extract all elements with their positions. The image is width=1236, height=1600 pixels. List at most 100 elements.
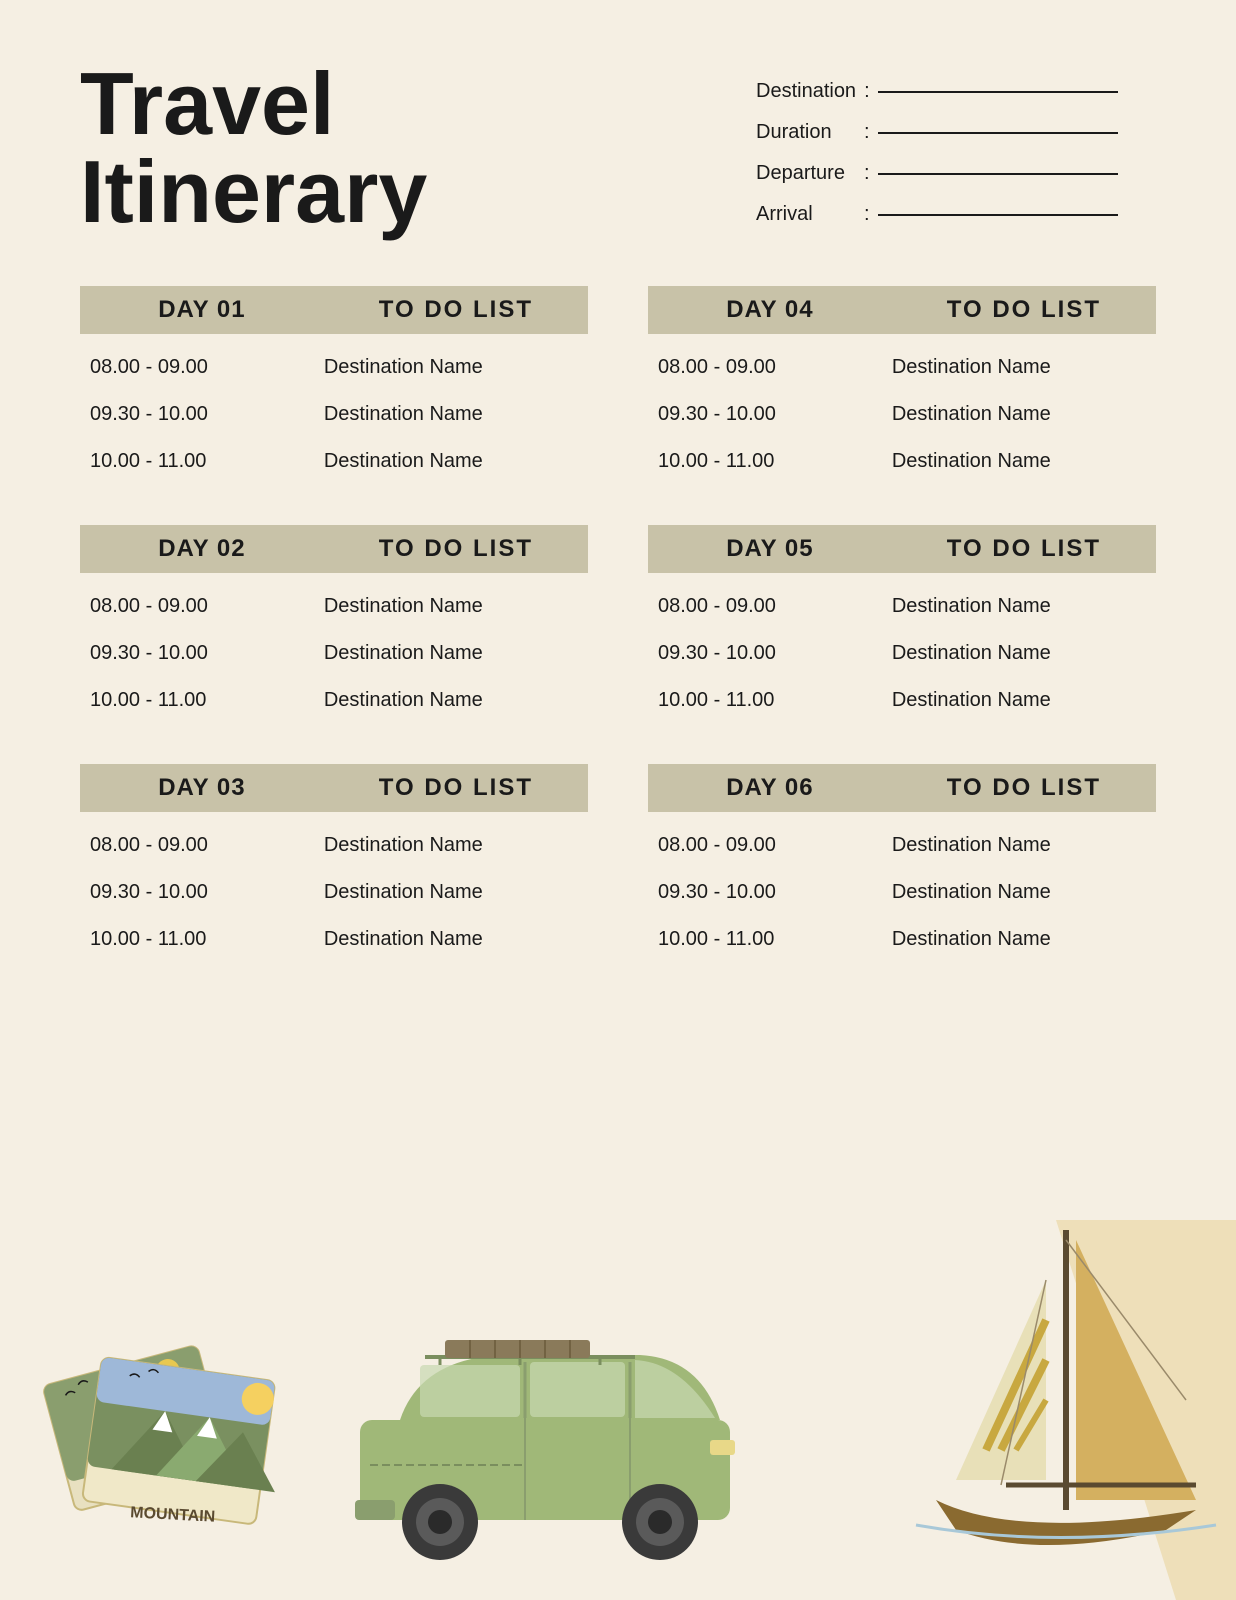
destination-name: Destination Name bbox=[892, 881, 1156, 904]
day-04-label: DAY 04 bbox=[648, 296, 892, 324]
day-01-header: DAY 01 TO DO LIST bbox=[80, 286, 588, 334]
day-03-todo: TO DO LIST bbox=[324, 774, 588, 802]
day-01-todo: TO DO LIST bbox=[324, 296, 588, 324]
days-grid: DAY 01 TO DO LIST 08.00 - 09.00 Destinat… bbox=[80, 286, 1156, 963]
destination-name: Destination Name bbox=[324, 595, 588, 618]
table-row: 08.00 - 09.00 Destination Name bbox=[80, 583, 588, 630]
destination-name: Destination Name bbox=[324, 450, 588, 473]
day-06-header: DAY 06 TO DO LIST bbox=[648, 764, 1156, 812]
day-05-header: DAY 05 TO DO LIST bbox=[648, 525, 1156, 573]
day-02-todo: TO DO LIST bbox=[324, 535, 588, 563]
svg-text:MOUNTAIN: MOUNTAIN bbox=[130, 1504, 216, 1525]
day-04-todo: TO DO LIST bbox=[892, 296, 1156, 324]
bottom-illustration: MOUNTAIN bbox=[0, 1220, 1236, 1600]
time-slot: 10.00 - 11.00 bbox=[80, 689, 324, 712]
duration-row: Duration : bbox=[756, 121, 1156, 144]
table-row: 08.00 - 09.00 Destination Name bbox=[648, 583, 1156, 630]
time-slot: 08.00 - 09.00 bbox=[648, 834, 892, 857]
day-01-section: DAY 01 TO DO LIST 08.00 - 09.00 Destinat… bbox=[80, 286, 588, 485]
departure-label: Departure bbox=[756, 162, 856, 185]
destination-label: Destination bbox=[756, 80, 856, 103]
time-slot: 09.30 - 10.00 bbox=[80, 403, 324, 426]
time-slot: 09.30 - 10.00 bbox=[80, 881, 324, 904]
day-02-header: DAY 02 TO DO LIST bbox=[80, 525, 588, 573]
table-row: 08.00 - 09.00 Destination Name bbox=[80, 822, 588, 869]
table-row: 10.00 - 11.00 Destination Name bbox=[80, 438, 588, 485]
time-slot: 09.30 - 10.00 bbox=[648, 642, 892, 665]
destination-name: Destination Name bbox=[892, 403, 1156, 426]
day-05-todo: TO DO LIST bbox=[892, 535, 1156, 563]
destination-name: Destination Name bbox=[892, 834, 1156, 857]
day-04-header: DAY 04 TO DO LIST bbox=[648, 286, 1156, 334]
table-row: 09.30 - 10.00 Destination Name bbox=[648, 391, 1156, 438]
time-slot: 09.30 - 10.00 bbox=[648, 881, 892, 904]
car-illustration bbox=[340, 1300, 760, 1580]
title: Travel Itinerary bbox=[80, 60, 427, 236]
day-02-label: DAY 02 bbox=[80, 535, 324, 563]
arrival-colon: : bbox=[864, 203, 870, 226]
day-02-section: DAY 02 TO DO LIST 08.00 - 09.00 Destinat… bbox=[80, 525, 588, 724]
time-slot: 08.00 - 09.00 bbox=[80, 595, 324, 618]
table-row: 10.00 - 11.00 Destination Name bbox=[648, 438, 1156, 485]
day-05-label: DAY 05 bbox=[648, 535, 892, 563]
table-row: 10.00 - 11.00 Destination Name bbox=[80, 916, 588, 963]
boat-illustration bbox=[856, 1220, 1236, 1600]
time-slot: 09.30 - 10.00 bbox=[648, 403, 892, 426]
departure-line bbox=[878, 173, 1118, 175]
arrival-label: Arrival bbox=[756, 203, 856, 226]
time-slot: 10.00 - 11.00 bbox=[80, 928, 324, 951]
table-row: 09.30 - 10.00 Destination Name bbox=[648, 630, 1156, 677]
time-slot: 08.00 - 09.00 bbox=[80, 356, 324, 379]
destination-name: Destination Name bbox=[892, 450, 1156, 473]
departure-row: Departure : bbox=[756, 162, 1156, 185]
day-06-section: DAY 06 TO DO LIST 08.00 - 09.00 Destinat… bbox=[648, 764, 1156, 963]
arrival-line bbox=[878, 214, 1118, 216]
table-row: 10.00 - 11.00 Destination Name bbox=[648, 677, 1156, 724]
table-row: 09.30 - 10.00 Destination Name bbox=[80, 391, 588, 438]
info-block: Destination : Duration : Departure : Arr… bbox=[756, 60, 1156, 226]
day-03-header: DAY 03 TO DO LIST bbox=[80, 764, 588, 812]
header: Travel Itinerary Destination : Duration … bbox=[80, 60, 1156, 236]
destination-row: Destination : bbox=[756, 80, 1156, 103]
time-slot: 08.00 - 09.00 bbox=[648, 595, 892, 618]
destination-name: Destination Name bbox=[324, 834, 588, 857]
time-slot: 10.00 - 11.00 bbox=[80, 450, 324, 473]
car-svg bbox=[340, 1300, 760, 1560]
table-row: 10.00 - 11.00 Destination Name bbox=[80, 677, 588, 724]
destination-name: Destination Name bbox=[324, 881, 588, 904]
arrival-row: Arrival : bbox=[756, 203, 1156, 226]
destination-name: Destination Name bbox=[324, 356, 588, 379]
duration-colon: : bbox=[864, 121, 870, 144]
table-row: 10.00 - 11.00 Destination Name bbox=[648, 916, 1156, 963]
table-row: 08.00 - 09.00 Destination Name bbox=[648, 822, 1156, 869]
time-slot: 10.00 - 11.00 bbox=[648, 450, 892, 473]
day-03-section: DAY 03 TO DO LIST 08.00 - 09.00 Destinat… bbox=[80, 764, 588, 963]
destination-name: Destination Name bbox=[324, 403, 588, 426]
time-slot: 09.30 - 10.00 bbox=[80, 642, 324, 665]
table-row: 08.00 - 09.00 Destination Name bbox=[648, 344, 1156, 391]
time-slot: 08.00 - 09.00 bbox=[80, 834, 324, 857]
duration-label: Duration bbox=[756, 121, 856, 144]
title-block: Travel Itinerary bbox=[80, 60, 427, 236]
table-row: 09.30 - 10.00 Destination Name bbox=[648, 869, 1156, 916]
day-03-label: DAY 03 bbox=[80, 774, 324, 802]
day-01-label: DAY 01 bbox=[80, 296, 324, 324]
destination-line bbox=[878, 91, 1118, 93]
table-row: 09.30 - 10.00 Destination Name bbox=[80, 869, 588, 916]
destination-name: Destination Name bbox=[324, 642, 588, 665]
destination-name: Destination Name bbox=[892, 356, 1156, 379]
photo-cards-illustration: MOUNTAIN bbox=[30, 1240, 350, 1600]
day-06-label: DAY 06 bbox=[648, 774, 892, 802]
destination-name: Destination Name bbox=[892, 642, 1156, 665]
day-04-section: DAY 04 TO DO LIST 08.00 - 09.00 Destinat… bbox=[648, 286, 1156, 485]
destination-name: Destination Name bbox=[892, 689, 1156, 712]
duration-line bbox=[878, 132, 1118, 134]
destination-colon: : bbox=[864, 80, 870, 103]
destination-name: Destination Name bbox=[324, 928, 588, 951]
day-05-section: DAY 05 TO DO LIST 08.00 - 09.00 Destinat… bbox=[648, 525, 1156, 724]
destination-name: Destination Name bbox=[892, 595, 1156, 618]
departure-colon: : bbox=[864, 162, 870, 185]
time-slot: 10.00 - 11.00 bbox=[648, 928, 892, 951]
mountain-cards-svg: MOUNTAIN bbox=[30, 1240, 350, 1600]
destination-name: Destination Name bbox=[324, 689, 588, 712]
